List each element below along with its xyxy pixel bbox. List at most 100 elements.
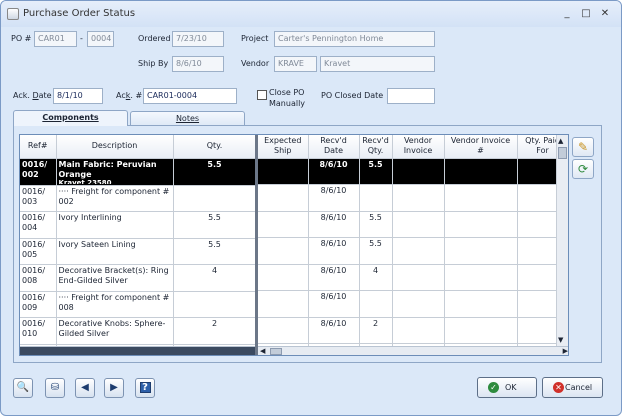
col-header-vendor-invoice-number[interactable]: Vendor Invoice #: [444, 135, 518, 159]
scroll-up-arrow-icon[interactable]: ▲: [558, 137, 563, 145]
cell-recvd-qty: 5.5: [359, 211, 393, 238]
previous-button[interactable]: ◀: [75, 378, 95, 398]
vertical-scrollbar[interactable]: ▲ ▼: [556, 135, 568, 346]
project-label: Project: [241, 34, 269, 43]
cell-vendor-invoice-number: [444, 211, 518, 238]
table-row[interactable]: 0016/ 005 Ivory Sateen Lining 5.5: [20, 238, 257, 265]
cell-description-text: ···· Freight for component # 002: [58, 186, 170, 206]
col-header-expected-ship[interactable]: Expected Ship: [258, 135, 309, 159]
cancel-x-icon: ✕: [553, 382, 564, 393]
cell-recvd-date: 8/6/10: [308, 317, 360, 344]
cell-description-text: Decorative Knobs: Sphere- Gilded Silver: [58, 319, 166, 338]
cell-recvd-qty: 5.5: [359, 237, 393, 265]
minimize-button[interactable]: _: [560, 7, 574, 21]
ack-date-field[interactable]: 8/1/10: [53, 88, 103, 104]
ordered-field[interactable]: 7/23/10: [172, 31, 224, 47]
right-horizontal-scrollbar[interactable]: ◀ ▶: [258, 346, 568, 355]
table-row[interactable]: 0016/ 009 ···· Freight for component # 00…: [20, 291, 257, 318]
scroll-left-arrow-icon[interactable]: ◀: [260, 347, 265, 355]
vendor-name-field[interactable]: Kravet: [320, 56, 435, 72]
po-separator: -: [80, 34, 83, 43]
next-icon: ▶: [110, 382, 118, 393]
cancel-label: Cancel: [565, 383, 593, 392]
edit-pencil-button[interactable]: ✎: [572, 137, 594, 157]
tab-notes[interactable]: Notes: [130, 111, 245, 126]
col-header-ref[interactable]: Ref#: [20, 135, 57, 159]
table-row[interactable]: 8/6/10 5.5: [258, 211, 568, 238]
table-row[interactable]: 0016/ 008 Decorative Bracket(s): Ring End…: [20, 264, 257, 292]
table-row[interactable]: 8/6/10 4: [258, 264, 568, 291]
table-row[interactable]: 8/6/10 2: [258, 317, 568, 344]
ok-button[interactable]: ✓ OK: [477, 377, 537, 398]
cell-description-text: Ivory Interlining: [58, 213, 122, 222]
lookup-icon: ⛁: [50, 382, 60, 393]
col-header-recvd-qty[interactable]: Recv'd Qty.: [359, 135, 393, 159]
previous-icon: ◀: [81, 382, 89, 393]
cell-expected-ship: [258, 158, 309, 185]
col-header-recvd-date[interactable]: Recv'd Date: [308, 135, 360, 159]
cell-expected-ship: [258, 290, 309, 318]
cell-qty: 5.5: [173, 238, 257, 265]
horizontal-scroll-thumb[interactable]: [270, 348, 282, 355]
cell-qty: 2: [173, 317, 257, 345]
refresh-icon: ⟳: [577, 162, 589, 176]
ok-label: OK: [505, 383, 517, 392]
cell-recvd-date: 8/6/10: [308, 264, 360, 291]
ordered-label: Ordered: [138, 34, 171, 43]
cell-description: Decorative Bracket(s): Ring End-Gilded S…: [56, 264, 174, 292]
vertical-scroll-thumb[interactable]: [558, 147, 567, 159]
po-part1-field[interactable]: CAR01: [34, 31, 77, 47]
scroll-right-arrow-icon[interactable]: ▶: [563, 347, 568, 355]
table-row[interactable]: 0016/ 004 Ivory Interlining 5.5: [20, 211, 257, 239]
col-header-vendor-invoice[interactable]: Vendor Invoice: [392, 135, 445, 159]
cell-expected-ship: [258, 184, 309, 212]
search-button[interactable]: 🔍: [13, 378, 33, 398]
left-horizontal-scrollbar[interactable]: [20, 346, 255, 355]
purchase-order-status-window: Purchase Order Status _ □ ✕ PO # CAR01 -…: [0, 0, 622, 416]
close-po-manually-checkbox[interactable]: [257, 90, 267, 100]
po-label: PO #: [11, 34, 32, 43]
cell-description-text: Decorative Bracket(s): Ring End-Gilded S…: [58, 266, 169, 285]
cell-description: Main Fabric: Peruvian Orange Kravet 23580: [56, 158, 174, 186]
vendor-code-field[interactable]: KRAVE: [274, 56, 317, 72]
lookup-button[interactable]: ⛁: [45, 378, 65, 398]
cell-expected-ship: [258, 317, 309, 344]
cell-ref: 0016/ 008: [20, 264, 57, 292]
cell-vendor-invoice-number: [444, 237, 518, 265]
col-header-qty[interactable]: Qty.: [173, 135, 257, 159]
po-closed-date-field[interactable]: [387, 88, 435, 104]
cell-expected-ship: [258, 211, 309, 238]
ack-number-field[interactable]: CAR01-0004: [143, 88, 237, 104]
cell-vendor-invoice: [392, 317, 445, 344]
po-part2-field[interactable]: 0004: [87, 31, 114, 47]
next-button[interactable]: ▶: [104, 378, 124, 398]
cell-vendor-invoice-number: [444, 184, 518, 212]
cell-ref: 0016/ 010: [20, 317, 57, 345]
col-header-description[interactable]: Description: [56, 135, 174, 159]
components-grid[interactable]: Ref# Description Qty. 0016/ 002 Main Fabr…: [19, 134, 569, 356]
table-row[interactable]: 0016/ 002 Main Fabric: Peruvian Orange Kra…: [20, 158, 257, 186]
help-button[interactable]: ?: [135, 378, 155, 398]
tab-components[interactable]: Components: [13, 110, 128, 126]
refresh-button[interactable]: ⟳: [572, 159, 594, 179]
cell-ref: 0016/ 009: [20, 291, 57, 318]
scroll-down-arrow-icon[interactable]: ▼: [558, 336, 563, 344]
tab-components-label: Components: [42, 113, 99, 122]
close-button[interactable]: ✕: [598, 7, 612, 21]
pencil-icon: ✎: [577, 140, 589, 154]
table-row[interactable]: 0016/ 003 ···· Freight for component # 00…: [20, 185, 257, 212]
project-field[interactable]: Carter's Pennington Home: [274, 31, 435, 47]
table-row[interactable]: 0016/ 010 Decorative Knobs: Sphere- Gilde…: [20, 317, 257, 345]
cell-vendor-invoice: [392, 290, 445, 318]
cell-recvd-date: 8/6/10: [308, 184, 360, 212]
table-row[interactable]: 8/6/10 5.5: [258, 237, 568, 265]
table-row[interactable]: 8/6/10: [258, 290, 568, 318]
shipby-field[interactable]: 8/6/10: [172, 56, 224, 72]
table-row[interactable]: 8/6/10 5.5: [258, 158, 568, 185]
cell-recvd-qty: 5.5: [359, 158, 393, 185]
maximize-button[interactable]: □: [579, 7, 593, 21]
cell-recvd-date: 8/6/10: [308, 237, 360, 265]
cell-vendor-invoice-number: [444, 290, 518, 318]
table-row[interactable]: 8/6/10: [258, 184, 568, 212]
cancel-button[interactable]: ✕ Cancel: [542, 377, 603, 398]
